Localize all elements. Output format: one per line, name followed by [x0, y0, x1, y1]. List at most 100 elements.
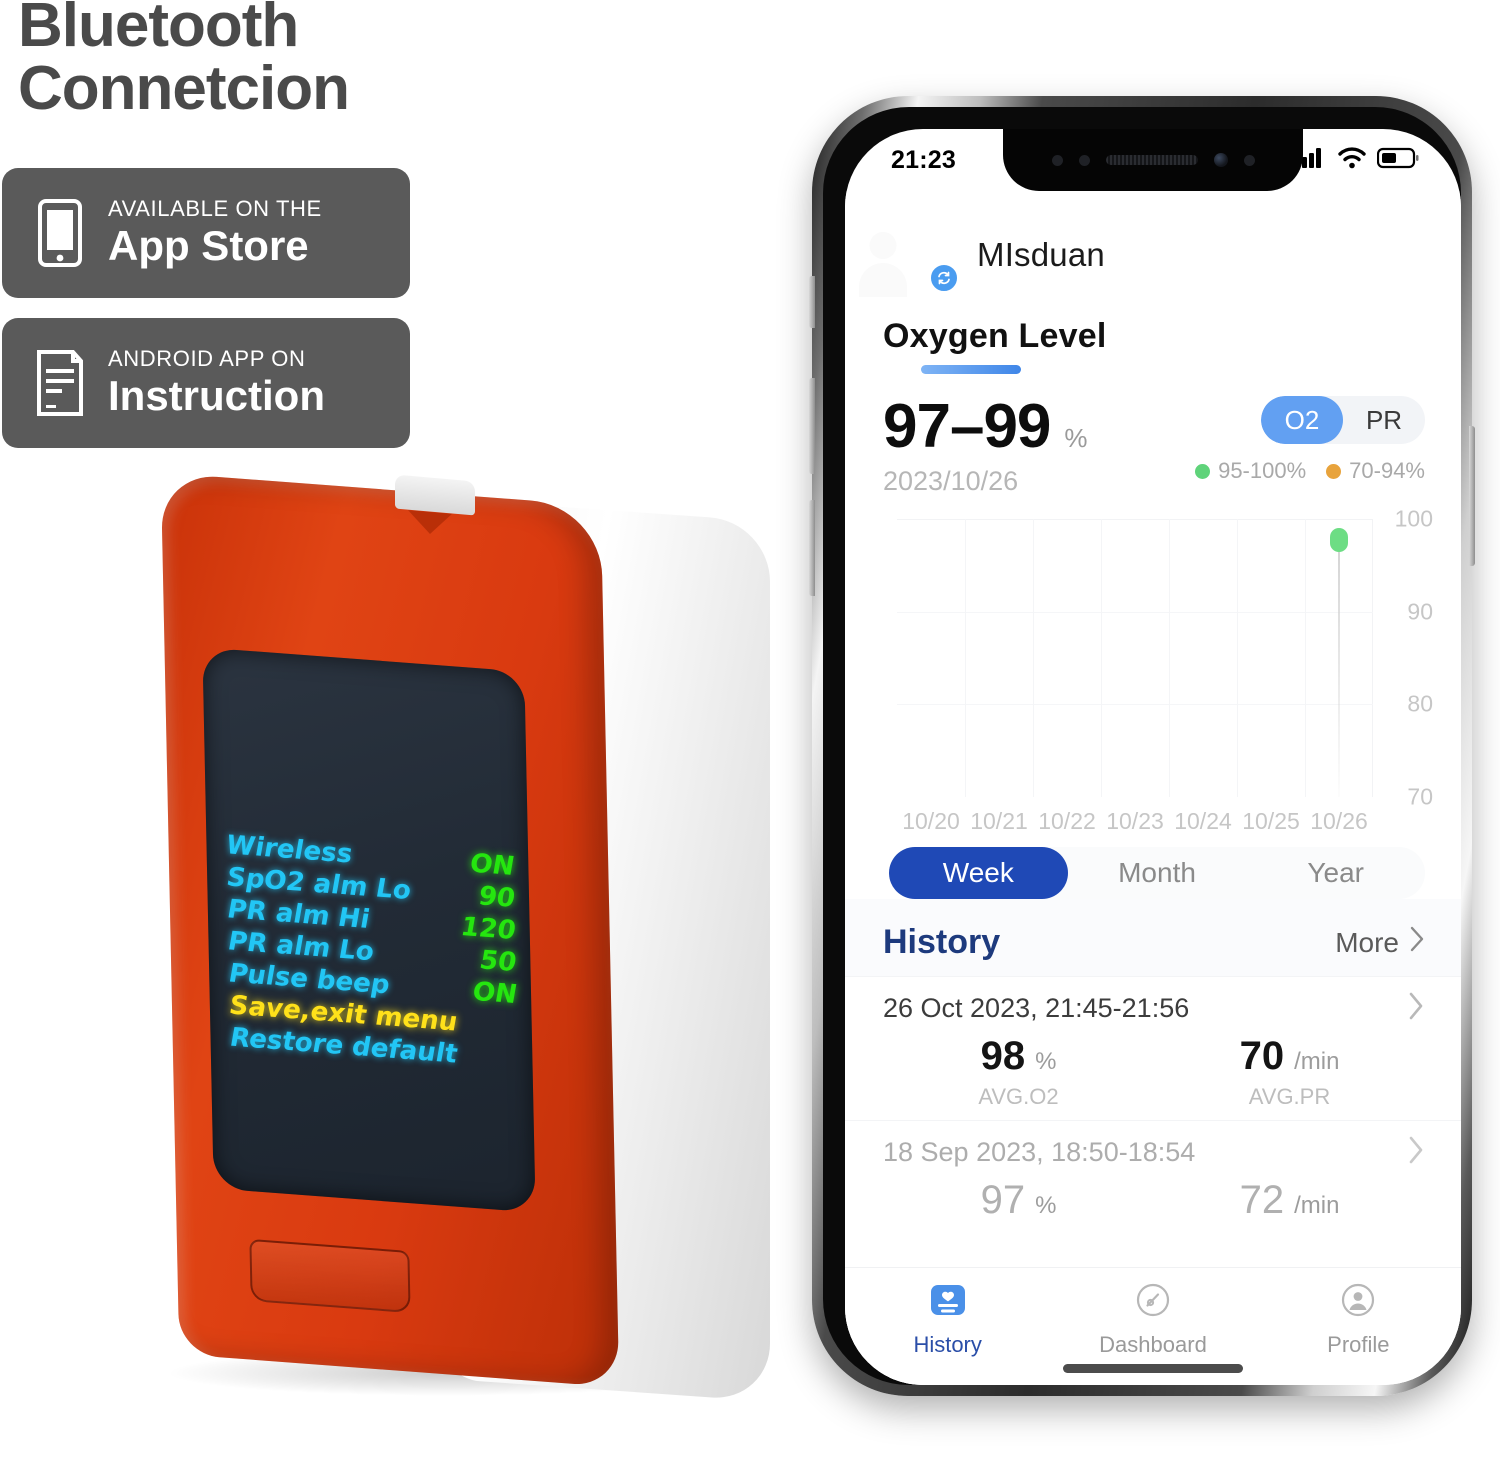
phone-bezel: 21:23 MIsduan Oxygen Level 97–99 % 2023/…	[823, 107, 1461, 1385]
avatar[interactable]	[859, 219, 959, 297]
chart-plot-area	[897, 519, 1373, 797]
legend-dot-green	[1195, 463, 1211, 479]
history-card-icon	[928, 1280, 968, 1325]
chart-x-tick: 10/22	[1038, 808, 1096, 834]
chart-data-point[interactable]	[1330, 528, 1348, 553]
metric-unit: %	[1035, 1048, 1057, 1075]
dot-projector-icon	[1243, 154, 1255, 166]
mute-switch[interactable]	[809, 276, 815, 328]
proximity-sensor-icon	[1051, 154, 1063, 166]
instruction-badge[interactable]: ANDROID APP ON Instruction	[2, 318, 410, 448]
phone-frame: 21:23 MIsduan Oxygen Level 97–99 % 2023/…	[809, 96, 1475, 1396]
speedometer-icon	[1133, 1280, 1173, 1325]
volume-down-button[interactable]	[809, 500, 815, 596]
metric-avg-pr: 72 /min	[1154, 1180, 1425, 1220]
tab-dashboard[interactable]: Dashboard	[1050, 1280, 1255, 1358]
headline-line-2: Connetcion	[18, 54, 350, 124]
metric-value: 72	[1239, 1178, 1285, 1222]
history-more-button[interactable]: More	[1335, 926, 1425, 959]
ambient-light-sensor-icon	[1078, 154, 1090, 166]
chart-gridline	[1169, 519, 1170, 797]
tab-year[interactable]: Year	[1246, 847, 1425, 899]
user-row[interactable]: MIsduan	[845, 191, 1461, 297]
tab-history[interactable]: History	[845, 1280, 1050, 1358]
document-icon	[24, 349, 96, 417]
reading-row: 97–99 % 2023/10/26 O2 PR 95-100% 70-94%	[845, 374, 1461, 497]
device-power-button[interactable]	[249, 1238, 411, 1314]
chart-legend: 95-100% 70-94%	[1195, 458, 1425, 484]
chart-x-tick: 10/20	[902, 808, 960, 834]
battery-icon	[1376, 147, 1419, 174]
history-title: History	[883, 923, 1001, 961]
metric-avg-o2: 98 % AVG.O2	[883, 1036, 1154, 1110]
chart-gridline	[1237, 519, 1238, 797]
oxygen-reading-value: 97–99	[883, 392, 1051, 461]
page-title: Bluetooth Connetcion	[18, 0, 350, 124]
device-arrow-marker	[408, 510, 452, 536]
history-item-date: 18 Sep 2023, 18:50-18:54	[883, 1137, 1196, 1167]
volume-up-button[interactable]	[809, 378, 815, 474]
list-item[interactable]: 18 Sep 2023, 18:50-18:54 97 % 72 /min	[845, 1120, 1461, 1230]
menu-value-wireless: ON	[470, 848, 515, 882]
sync-badge-icon	[929, 263, 959, 293]
chart-y-tick: 80	[1407, 690, 1433, 717]
metric-unit: /min	[1294, 1192, 1340, 1219]
earpiece-speaker	[1105, 155, 1198, 165]
instruction-badge-title: Instruction	[108, 372, 325, 419]
chart-y-tick: 100	[1394, 505, 1433, 532]
period-tabs[interactable]: Week Month Year	[889, 847, 1425, 899]
oxygen-reading-unit: %	[1064, 423, 1088, 453]
menu-value-pr-alm-hi: 120	[461, 911, 517, 947]
device-settings-menu: Wireless ON SpO2 alm Lo 90 PR alm Hi 120…	[216, 828, 525, 1075]
tab-profile[interactable]: Profile	[1256, 1280, 1461, 1358]
chart-point-stem	[1338, 546, 1340, 797]
chart-gridline	[1033, 519, 1034, 797]
menu-value-spo2-alm-lo: 90	[478, 881, 516, 915]
power-button[interactable]	[1469, 426, 1475, 566]
chart-x-tick: 10/26	[1310, 808, 1368, 834]
front-camera-icon	[1213, 153, 1228, 167]
phone-screen: 21:23 MIsduan Oxygen Level 97–99 % 2023/…	[845, 129, 1461, 1385]
history-item-date: 26 Oct 2023, 21:45-21:56	[883, 993, 1190, 1023]
chart-gridline	[1101, 519, 1102, 797]
device-top-nub	[395, 474, 475, 516]
chart-gridline	[897, 704, 1373, 706]
metric-value: 97	[980, 1178, 1026, 1222]
metric-toggle-o2[interactable]: O2	[1261, 396, 1343, 444]
metric-toggle-pr[interactable]: PR	[1343, 396, 1425, 444]
title-underline	[921, 365, 1021, 374]
history-more-label: More	[1335, 926, 1399, 958]
chart-y-tick: 90	[1407, 598, 1433, 625]
list-item[interactable]: 26 Oct 2023, 21:45-21:56 98 % AVG.O2 70 …	[845, 976, 1461, 1120]
tab-month[interactable]: Month	[1068, 847, 1247, 899]
chart-gridline	[965, 519, 966, 797]
chevron-right-icon[interactable]	[1407, 991, 1425, 1026]
status-time: 21:23	[891, 145, 956, 174]
home-indicator[interactable]	[1063, 1364, 1243, 1373]
chart-x-tick: 10/23	[1106, 808, 1164, 834]
device-display: Wireless ON SpO2 alm Lo 90 PR alm Hi 120…	[202, 647, 536, 1213]
metric-avg-pr: 70 /min AVG.PR	[1154, 1036, 1425, 1110]
app-content: MIsduan Oxygen Level 97–99 % 2023/10/26	[845, 191, 1461, 1385]
metric-value: 98	[980, 1034, 1026, 1078]
oxygen-level-chart: 70 80 90 100 10/20 10/21 10/22 10/23 10/24 10/25 1…	[845, 506, 1461, 841]
metric-label: AVG.O2	[978, 1084, 1059, 1109]
wifi-icon	[1337, 146, 1367, 174]
metric-unit: %	[1035, 1192, 1057, 1219]
tab-week[interactable]: Week	[889, 847, 1068, 899]
legend-item-normal: 95-100%	[1195, 458, 1306, 484]
chevron-right-icon[interactable]	[1407, 1135, 1425, 1170]
app-store-badge[interactable]: AVAILABLE ON THE App Store	[2, 168, 410, 298]
chart-x-tick: 10/25	[1242, 808, 1300, 834]
tab-label-history: History	[913, 1332, 982, 1357]
phone-notch	[1003, 129, 1303, 191]
menu-value-pr-alm-lo: 50	[479, 945, 517, 979]
instruction-badge-subtitle: ANDROID APP ON	[108, 345, 306, 371]
metric-toggle[interactable]: O2 PR	[1261, 396, 1425, 444]
legend-label-low: 70-94%	[1349, 458, 1425, 483]
metric-value: 70	[1239, 1034, 1285, 1078]
section-title: Oxygen Level	[883, 317, 1107, 355]
tab-label-dashboard: Dashboard	[1099, 1332, 1207, 1357]
legend-dot-orange	[1326, 463, 1342, 479]
legend-label-normal: 95-100%	[1218, 458, 1307, 483]
